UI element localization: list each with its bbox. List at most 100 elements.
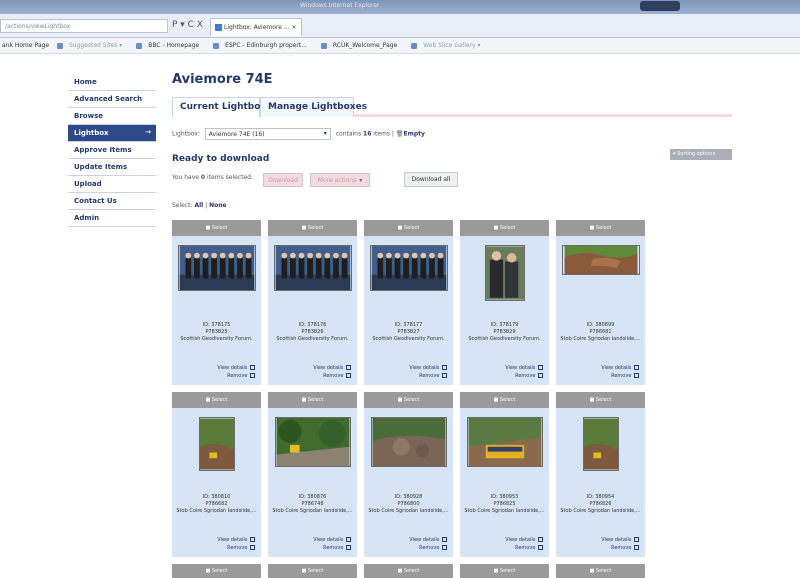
- item-thumbnail[interactable]: [275, 417, 351, 467]
- item-id: ID: 380876: [298, 494, 327, 500]
- select-toggle[interactable]: ■ Select: [172, 220, 261, 236]
- remove-link[interactable]: Remove: [217, 372, 255, 380]
- remove-link[interactable]: Remove: [409, 372, 447, 380]
- sidebar-item-approve-items[interactable]: Approve Items: [68, 142, 156, 159]
- item-caption: Scottish Geodiversity Forum.: [372, 336, 445, 342]
- select-toggle[interactable]: ■ Select: [460, 220, 549, 236]
- select-toggle[interactable]: ■ Select: [268, 220, 357, 236]
- view-details-link[interactable]: View details: [217, 364, 255, 372]
- view-details-link[interactable]: View details: [409, 364, 447, 372]
- view-details-link[interactable]: View details: [505, 364, 543, 372]
- card-links: View details Remove: [313, 364, 351, 380]
- item-caption: Stob Coire Sgriodan landslide,...: [560, 508, 641, 514]
- select-toggle[interactable]: ■ Select: [556, 392, 645, 408]
- favorite-link[interactable]: Suggested Sites ▾: [56, 42, 128, 49]
- item-caption: Stob Coire Sgriodan landslide,...: [368, 508, 449, 514]
- select-all-link[interactable]: All: [194, 202, 203, 209]
- sidebar-item-update-items[interactable]: Update Items: [68, 159, 156, 176]
- empty-link[interactable]: Empty: [403, 131, 424, 138]
- view-details-link[interactable]: View details: [217, 536, 255, 544]
- view-details-link[interactable]: View details: [601, 364, 639, 372]
- item-thumbnail[interactable]: [274, 245, 352, 291]
- remove-link[interactable]: Remove: [313, 372, 351, 380]
- select-toggle[interactable]: ■ Select: [460, 392, 549, 408]
- checkbox-icon: ■: [493, 397, 499, 403]
- sidebar-item-admin[interactable]: Admin: [68, 210, 156, 227]
- favorite-link[interactable]: ank Home Page: [2, 42, 49, 49]
- card-links: View details Remove: [505, 536, 543, 552]
- sidebar-item-home[interactable]: Home: [68, 74, 156, 91]
- view-details-link[interactable]: View details: [505, 536, 543, 544]
- tab-current-lightbox[interactable]: Current Lightbox: [172, 97, 266, 117]
- remove-icon: [538, 545, 543, 550]
- checkbox-icon: ■: [493, 568, 499, 574]
- tab-manage-lightboxes[interactable]: Manage Lightboxes: [260, 97, 367, 117]
- sidebar-item-upload[interactable]: Upload: [68, 176, 156, 193]
- item-thumbnail[interactable]: [562, 245, 640, 275]
- view-details-link[interactable]: View details: [313, 536, 351, 544]
- item-thumbnail[interactable]: [370, 245, 448, 291]
- remove-link[interactable]: Remove: [601, 372, 639, 380]
- item-thumbnail[interactable]: [371, 417, 447, 467]
- item-id: ID: 380954: [586, 494, 615, 500]
- item-thumbnail[interactable]: [199, 417, 235, 471]
- window-titlebar: Windows Internet Explorer: [0, 0, 800, 14]
- url-input[interactable]: /actions/viewLightbox: [0, 19, 168, 33]
- download-all-button[interactable]: Download all: [404, 172, 458, 187]
- remove-link[interactable]: Remove: [313, 544, 351, 552]
- remove-link[interactable]: Remove: [505, 372, 543, 380]
- view-details-link[interactable]: View details: [409, 536, 447, 544]
- lightbox-card: ■ Select ID: 378177 P783827 Scottish Geodiv…: [364, 220, 453, 385]
- select-none-link[interactable]: None: [209, 202, 226, 209]
- view-icon: [250, 537, 255, 542]
- favorite-link[interactable]: ESPC - Edinburgh propert...: [213, 42, 313, 49]
- window-controls[interactable]: [640, 1, 680, 11]
- page-favicon-icon: [215, 24, 222, 31]
- remove-link[interactable]: Remove: [601, 544, 639, 552]
- view-details-link[interactable]: View details: [601, 536, 639, 544]
- browser-tab[interactable]: Lightbox: Aviemore ... ×: [210, 18, 302, 36]
- remove-icon: [346, 545, 351, 550]
- item-meta: ID: 380810 P786682 Stob Coire Sgriodan lan…: [172, 494, 261, 515]
- checkbox-icon: ■: [397, 225, 403, 231]
- favorite-link[interactable]: BBC - Homepage: [136, 42, 205, 49]
- view-details-link[interactable]: View details: [313, 364, 351, 372]
- select-toggle[interactable]: ■ Select: [172, 392, 261, 408]
- remove-link[interactable]: Remove: [409, 544, 447, 552]
- item-code: P783827: [397, 329, 420, 335]
- remove-icon: [250, 545, 255, 550]
- download-button[interactable]: Download: [263, 173, 303, 187]
- remove-link[interactable]: Remove: [505, 544, 543, 552]
- checkbox-icon: ■: [301, 225, 307, 231]
- item-thumbnail[interactable]: [178, 245, 256, 291]
- lightbox-select[interactable]: Aviemore 74E (16) ▾: [204, 128, 331, 140]
- remove-icon: [538, 373, 543, 378]
- item-thumbnail[interactable]: [467, 417, 543, 467]
- select-toggle[interactable]: ■ Select: [364, 220, 453, 236]
- more-actions-button[interactable]: More actions ▾: [310, 173, 370, 187]
- item-meta: ID: 380928 P786800 Stob Coire Sgriodan lan…: [364, 494, 453, 515]
- address-controls[interactable]: P ▾ C X: [172, 20, 203, 30]
- sorting-options-button[interactable]: ▾ Sorting options: [670, 149, 732, 160]
- item-code: P786800: [397, 501, 420, 507]
- favorite-link[interactable]: Web Slice Gallery ▾: [411, 42, 486, 49]
- item-thumbnail[interactable]: [583, 417, 619, 471]
- select-toggle[interactable]: ■ Select: [364, 392, 453, 408]
- address-bar-area: /actions/viewLightbox P ▾ C X Lightbox: …: [0, 14, 800, 38]
- sidebar-item-advanced-search[interactable]: Advanced Search: [68, 91, 156, 108]
- select-toggle[interactable]: ■ Select: [556, 220, 645, 236]
- sidebar-item-browse[interactable]: Browse: [68, 108, 156, 125]
- item-thumbnail[interactable]: [485, 245, 525, 301]
- remove-link[interactable]: Remove: [217, 544, 255, 552]
- sidebar-item-lightbox[interactable]: Lightbox →: [68, 125, 156, 142]
- remove-icon: [250, 373, 255, 378]
- select-toggle[interactable]: ■ Select: [268, 392, 357, 408]
- favorite-icon: [411, 42, 418, 49]
- favorite-link[interactable]: RCUK_Welcome_Page: [320, 42, 403, 49]
- remove-icon: [442, 373, 447, 378]
- lightbox-card: ■ Select ID: 380810 P786682 Stob Coire Sgri…: [172, 392, 261, 557]
- sidebar-item-contact-us[interactable]: Contact Us: [68, 193, 156, 210]
- item-meta: ID: 378179 P783829 Scottish Geodiversity F…: [460, 322, 549, 343]
- card-links: View details Remove: [601, 364, 639, 380]
- checkbox-icon: ■: [589, 225, 595, 231]
